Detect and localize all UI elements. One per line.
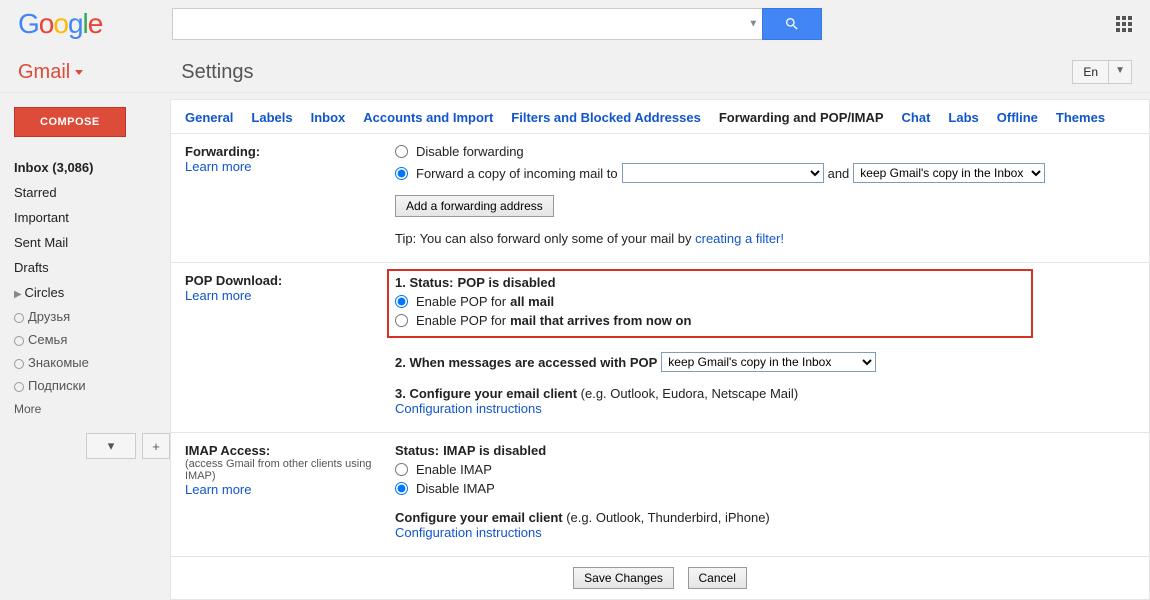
disable-forwarding-radio[interactable] [395,145,408,158]
tab-labs[interactable]: Labs [948,110,978,125]
tab-filters[interactable]: Filters and Blocked Addresses [511,110,701,125]
search-options-caret[interactable]: ▼ [748,19,758,30]
pop-learn-more[interactable]: Learn more [185,288,251,303]
tab-inbox[interactable]: Inbox [311,110,346,125]
imap-disable-radio[interactable] [395,482,408,495]
imap-config-link[interactable]: Configuration instructions [395,525,542,540]
nav-circles[interactable]: ▶ Circles [14,280,170,305]
tab-themes[interactable]: Themes [1056,110,1105,125]
forwarding-tip: Tip: You can also forward only some of y… [395,231,1135,246]
pop-all-radio[interactable] [395,295,408,308]
forward-to-select[interactable] [622,163,824,183]
tab-accounts[interactable]: Accounts and Import [363,110,493,125]
pop-action-select[interactable]: keep Gmail's copy in the Inbox [661,352,876,372]
nav-more[interactable]: More [14,397,170,421]
pop-status: POP is disabled [458,275,556,290]
save-changes-button[interactable]: Save Changes [573,567,674,589]
forwarding-title: Forwarding: [185,144,395,159]
tab-offline[interactable]: Offline [997,110,1038,125]
nav-drafts[interactable]: Drafts [14,255,170,280]
imap-learn-more[interactable]: Learn more [185,482,251,497]
sidebar-add-button[interactable]: + [142,433,170,459]
nav-circle-друзья[interactable]: Друзья [14,305,170,328]
language-caret[interactable]: ▼ [1109,60,1132,84]
imap-status: IMAP is disabled [443,443,546,458]
nav-sent[interactable]: Sent Mail [14,230,170,255]
imap-enable-label: Enable IMAP [416,462,492,477]
gmail-dropdown[interactable]: Gmail [18,61,83,84]
pop-now-radio[interactable] [395,314,408,327]
google-logo[interactable]: Google [18,8,102,40]
tab-forwarding[interactable]: Forwarding and POP/IMAP [719,110,884,125]
tab-general[interactable]: General [185,110,233,125]
apps-icon[interactable] [1116,16,1132,32]
imap-title: IMAP Access: [185,443,395,458]
pop-config-link[interactable]: Configuration instructions [395,401,542,416]
nav-starred[interactable]: Starred [14,180,170,205]
pop-title: POP Download: [185,273,395,288]
imap-note: (access Gmail from other clients using I… [185,458,395,482]
language-button[interactable]: En [1072,60,1109,84]
nav-circle-подписки[interactable]: Подписки [14,374,170,397]
nav-inbox[interactable]: Inbox (3,086) [14,155,170,180]
nav-circle-семья[interactable]: Семья [14,328,170,351]
forwarding-learn-more[interactable]: Learn more [185,159,251,174]
forward-copy-radio[interactable] [395,167,408,180]
nav-circle-знакомые[interactable]: Знакомые [14,351,170,374]
forward-and-label: and [828,166,850,181]
compose-button[interactable]: COMPOSE [14,107,126,137]
pop-highlight-box: 1. Status: POP is disabled Enable POP fo… [387,269,1033,338]
tab-chat[interactable]: Chat [902,110,931,125]
tab-labels[interactable]: Labels [251,110,292,125]
search-button[interactable] [762,8,822,40]
add-forwarding-button[interactable]: Add a forwarding address [395,195,554,217]
pop-accessed-label: 2. When messages are accessed with POP [395,355,657,370]
create-filter-link[interactable]: creating a filter! [695,231,784,246]
page-title: Settings [181,61,253,84]
imap-disable-label: Disable IMAP [416,481,495,496]
forward-copy-label: Forward a copy of incoming mail to [416,166,618,181]
sidebar-dropdown-button[interactable]: ▾ [86,433,136,459]
imap-enable-radio[interactable] [395,463,408,476]
forward-action-select[interactable]: keep Gmail's copy in the Inbox [853,163,1045,183]
search-icon [784,16,800,32]
nav-important[interactable]: Important [14,205,170,230]
search-input[interactable]: ▼ [172,8,762,40]
cancel-button[interactable]: Cancel [688,567,747,589]
disable-forwarding-label: Disable forwarding [416,144,524,159]
